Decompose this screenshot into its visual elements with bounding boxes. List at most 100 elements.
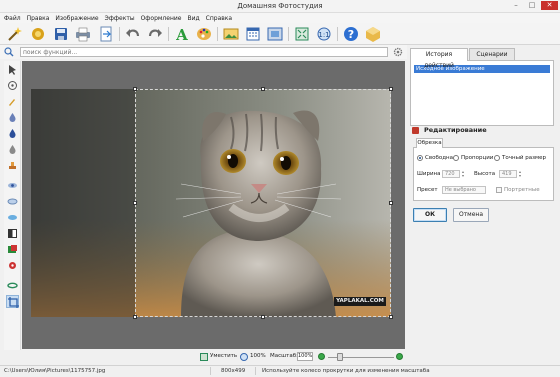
edit-icon	[412, 127, 419, 134]
cancel-button[interactable]: Отмена	[453, 208, 489, 222]
tab-scenarios[interactable]: Сценарии	[469, 48, 515, 60]
height-spin[interactable]: ▴ ▾	[518, 170, 522, 178]
maximize-button[interactable]: □	[525, 1, 539, 10]
crop-handle[interactable]	[261, 315, 265, 319]
wizard-icon[interactable]	[6, 25, 24, 43]
lens-tool-icon[interactable]	[6, 195, 19, 208]
search-icon	[4, 47, 14, 57]
image-workspace[interactable]: YAPLAKAL.COM	[22, 61, 405, 349]
palette-icon[interactable]	[195, 25, 213, 43]
menu-bar: Файл Правка Изображение Эффекты Оформлен…	[0, 13, 560, 23]
zoom-slider-thumb[interactable]	[337, 353, 343, 361]
crop-handle[interactable]	[133, 315, 137, 319]
tab-history[interactable]: История действий	[410, 48, 468, 69]
crop-tool-icon[interactable]	[6, 295, 19, 308]
menu-design[interactable]: Оформление	[141, 15, 182, 22]
height-field[interactable]: 419	[499, 170, 517, 178]
width-field[interactable]: 720	[442, 170, 460, 178]
toolbar: A 1:1 ?	[0, 23, 560, 45]
preset-select[interactable]: Не выбрано	[442, 186, 486, 194]
redeye-tool-icon[interactable]	[6, 259, 19, 272]
width-spin[interactable]: ▴ ▾	[461, 170, 465, 178]
crop-handle[interactable]	[133, 201, 137, 205]
menu-help[interactable]: Справка	[206, 15, 232, 22]
eyedropper-tool-icon[interactable]	[6, 127, 19, 140]
brush-tool-icon[interactable]	[6, 95, 19, 108]
menu-file[interactable]: Файл	[4, 15, 21, 22]
fill-tool-icon[interactable]	[6, 143, 19, 156]
menu-edit[interactable]: Правка	[27, 15, 50, 22]
preset-label: Пресет	[417, 187, 438, 193]
portrait-label: Портретные	[504, 187, 540, 193]
zoom-icon[interactable]: 1:1	[315, 25, 333, 43]
dodge-tool-icon[interactable]	[6, 211, 19, 224]
height-label: Высота	[474, 171, 496, 177]
radio-exact-button[interactable]	[494, 155, 500, 161]
export-icon[interactable]	[97, 25, 115, 43]
status-hint: Используйте колесо прокрутки для изменен…	[262, 368, 430, 374]
frame-icon[interactable]	[266, 25, 284, 43]
menu-effects[interactable]: Эффекты	[105, 15, 135, 22]
svg-text:A: A	[175, 26, 188, 43]
width-label: Ширина	[417, 171, 441, 177]
gear-icon[interactable]	[393, 47, 403, 57]
contrast-tool-icon[interactable]	[6, 227, 19, 240]
open-icon[interactable]	[29, 25, 47, 43]
undo-icon[interactable]	[124, 25, 142, 43]
crop-handle[interactable]	[389, 87, 393, 91]
menu-view[interactable]: Вид	[187, 15, 199, 22]
zoom-in-button[interactable]	[396, 353, 403, 360]
zoom-out-button[interactable]	[318, 353, 325, 360]
fit-label[interactable]: Уместить	[210, 353, 237, 359]
stamp-tool-icon[interactable]	[6, 159, 19, 172]
minimize-button[interactable]: –	[509, 1, 523, 10]
title-bar: Домашняя Фотостудия – □ ✕	[0, 0, 560, 13]
scale-label: Масштаб:	[270, 353, 298, 359]
photo-canvas[interactable]: YAPLAKAL.COM	[31, 87, 393, 319]
scale-input[interactable]: 100%	[297, 352, 313, 361]
radio-free-label: Свободная	[425, 155, 457, 161]
select-tool-icon[interactable]	[6, 63, 19, 76]
function-search-bar	[0, 45, 407, 59]
portrait-checkbox[interactable]	[496, 187, 502, 193]
file-path: C:\Users\Юлия\Pictures\1175757.jpg	[4, 368, 106, 374]
image-dimensions: 800x499	[221, 368, 246, 374]
eye-tool-icon[interactable]	[6, 179, 19, 192]
radio-free-button[interactable]	[417, 155, 423, 161]
edit-section-header: Редактирование	[410, 125, 554, 135]
box-icon[interactable]	[364, 25, 382, 43]
crop-mask	[31, 89, 135, 317]
fit-icon[interactable]	[200, 353, 208, 361]
image-icon[interactable]	[222, 25, 240, 43]
ok-button[interactable]: ОК	[413, 208, 447, 222]
right-panel: История действий Сценарии Исходное изобр…	[407, 45, 557, 350]
radio-proportional[interactable]: Пропорции	[453, 154, 493, 162]
redo-icon[interactable]	[146, 25, 164, 43]
zoom-100-label[interactable]: 100%	[250, 353, 266, 359]
rotate-tool-icon[interactable]	[6, 79, 19, 92]
print-icon[interactable]	[74, 25, 92, 43]
radio-exact-label: Точный размер	[502, 155, 547, 161]
menu-image[interactable]: Изображение	[55, 15, 98, 22]
close-button[interactable]: ✕	[541, 1, 558, 10]
drop-tool-icon[interactable]	[6, 111, 19, 124]
radio-free[interactable]: Свободная	[417, 154, 456, 162]
crop-handle[interactable]	[389, 201, 393, 205]
link-tool-icon[interactable]	[6, 279, 19, 292]
crop-handle[interactable]	[389, 315, 393, 319]
radio-exact[interactable]: Точный размер	[494, 154, 546, 162]
fit-icon[interactable]	[293, 25, 311, 43]
help-icon[interactable]: ?	[342, 25, 360, 43]
info-row: C:\Users\Юлия\Pictures\1175757.jpg 800x4…	[0, 365, 560, 375]
zoom-100-icon[interactable]	[240, 353, 248, 361]
crop-frame[interactable]	[135, 89, 391, 317]
radio-proportional-button[interactable]	[453, 155, 459, 161]
tab-crop[interactable]: Обрезка	[416, 138, 443, 148]
crop-handle[interactable]	[261, 87, 265, 91]
calendar-icon[interactable]	[244, 25, 262, 43]
layers-tool-icon[interactable]	[6, 243, 19, 256]
search-input[interactable]	[20, 47, 388, 57]
crop-handle[interactable]	[133, 87, 137, 91]
text-icon[interactable]: A	[173, 25, 191, 44]
save-icon[interactable]	[52, 25, 70, 43]
